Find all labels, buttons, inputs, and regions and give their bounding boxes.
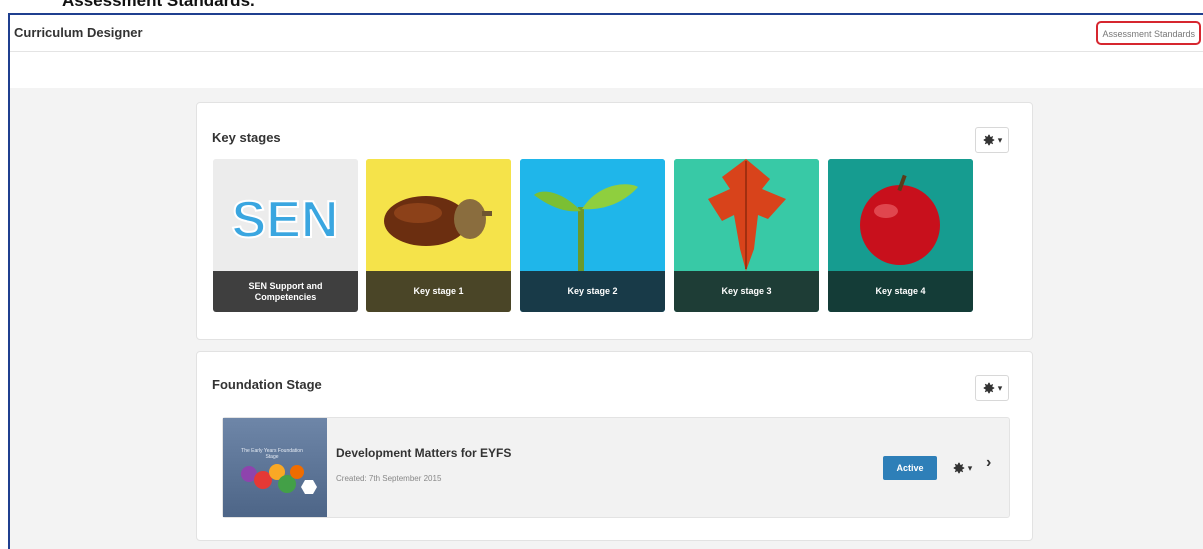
course-row[interactable]: The Early Years Foundation Stage Develop… — [222, 417, 1010, 518]
sen-letters-image: SEN — [213, 159, 358, 271]
course-settings-button[interactable]: ▾ — [947, 458, 977, 478]
sprout-image — [520, 159, 665, 271]
key-stages-title: Key stages — [212, 130, 281, 145]
caret-down-icon: ▾ — [997, 382, 1003, 393]
course-thumbnail: The Early Years Foundation Stage — [223, 418, 327, 517]
foundation-stage-title: Foundation Stage — [212, 377, 322, 392]
tile-label: Key stage 4 — [828, 271, 973, 312]
course-created-date: Created: 7th September 2015 — [336, 474, 442, 483]
app-title: Curriculum Designer — [14, 25, 143, 40]
thumbnail-text: The Early Years Foundation Stage — [241, 448, 303, 460]
eyfs-logo-image — [241, 464, 317, 494]
course-title: Development Matters for EYFS — [336, 446, 512, 460]
key-stages-settings-button[interactable]: ▾ — [975, 127, 1009, 153]
caret-down-icon: ▾ — [967, 462, 973, 473]
foundation-settings-button[interactable]: ▾ — [975, 375, 1009, 401]
status-badge: Active — [883, 456, 937, 480]
sen-art-text: SEN — [232, 191, 339, 249]
app-header: Curriculum Designer Assessment Standards — [10, 15, 1203, 52]
key-stages-panel: Key stages ▾ SEN SEN Support and Compete… — [196, 102, 1033, 340]
tile-key-stage-2[interactable]: Key stage 2 — [520, 159, 665, 312]
gear-icon — [983, 134, 994, 146]
tile-label: Key stage 3 — [674, 271, 819, 312]
tile-label: Key stage 1 — [366, 271, 511, 312]
app-window: Curriculum Designer Assessment Standards… — [8, 13, 1203, 549]
tile-sen-support[interactable]: SEN SEN Support and Competencies — [213, 159, 358, 312]
tile-label: SEN Support and Competencies — [213, 271, 358, 312]
foundation-stage-panel: Foundation Stage ▾ The Early Years Found… — [196, 351, 1033, 541]
chevron-right-icon[interactable]: › — [986, 454, 991, 472]
gear-icon — [983, 382, 994, 394]
gear-icon — [953, 462, 964, 474]
autumn-leaf-image — [674, 159, 819, 271]
assessment-standards-link[interactable]: Assessment Standards — [1096, 21, 1201, 45]
caret-down-icon: ▾ — [997, 134, 1003, 145]
caption: Assessment Standards. — [62, 0, 255, 10]
sub-toolbar — [10, 52, 1203, 88]
tile-key-stage-4[interactable]: Key stage 4 — [828, 159, 973, 312]
tile-key-stage-3[interactable]: Key stage 3 — [674, 159, 819, 312]
tile-label: Key stage 2 — [520, 271, 665, 312]
acorn-image — [366, 159, 511, 271]
tile-key-stage-1[interactable]: Key stage 1 — [366, 159, 511, 312]
apple-image — [828, 159, 973, 271]
